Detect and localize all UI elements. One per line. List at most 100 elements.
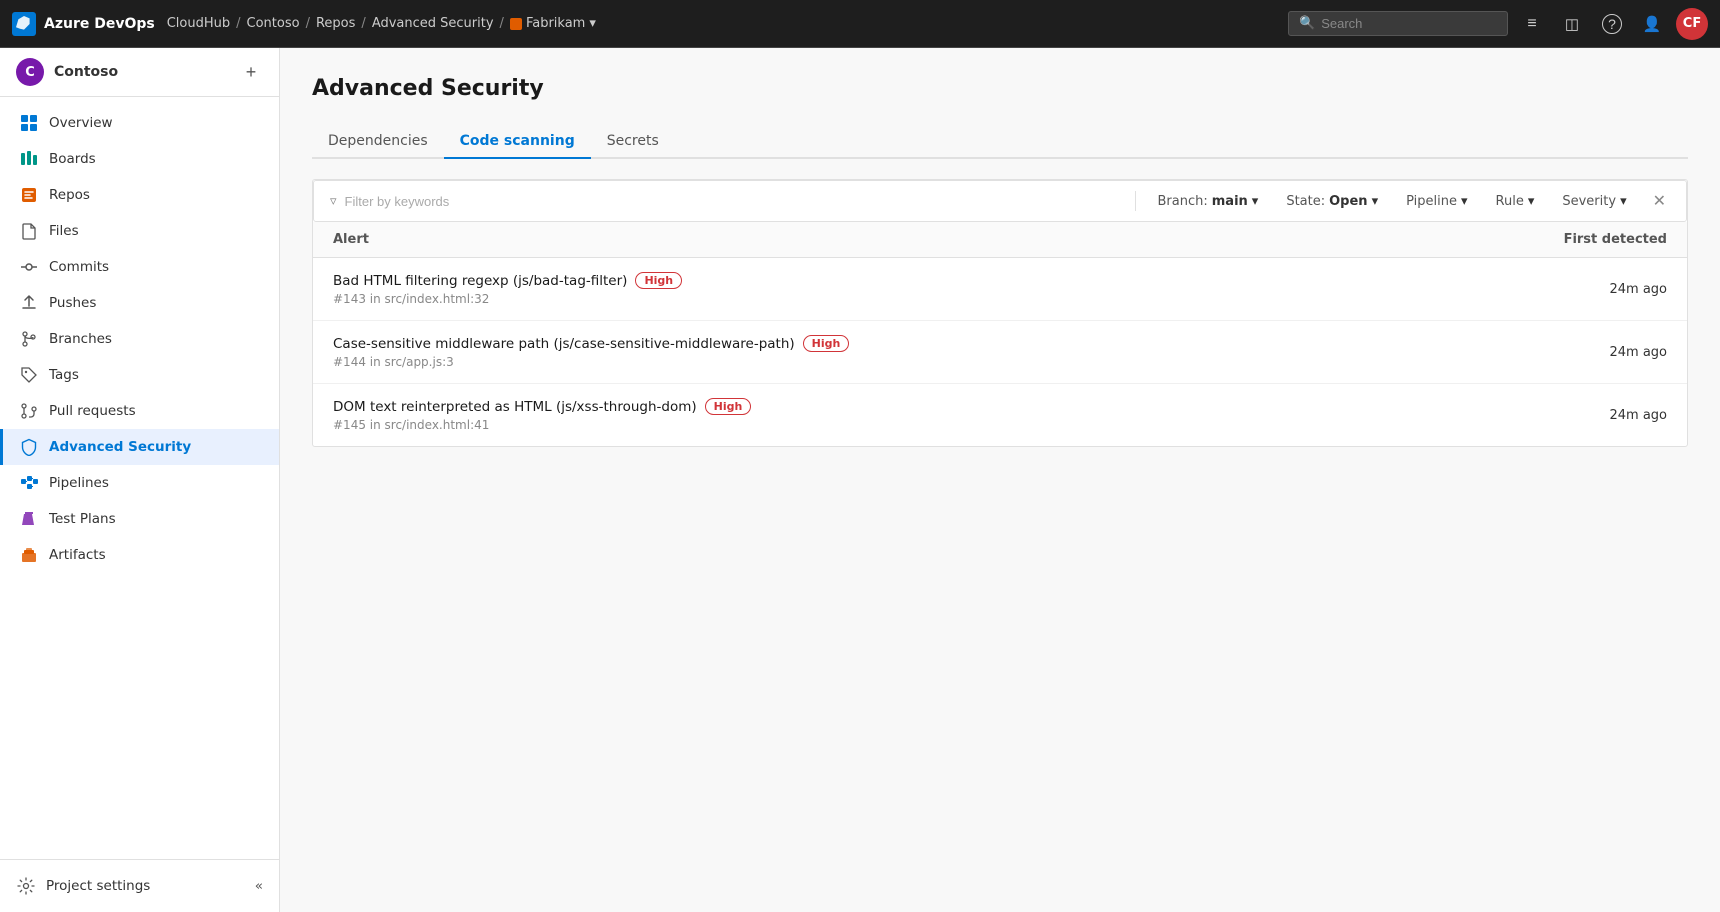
alerts-container: ▿ Branch: main ▾ State: Open ▾ Pipeline … — [312, 179, 1688, 447]
severity-chevron-icon: ▾ — [1620, 194, 1627, 209]
sidebar-item-commits[interactable]: Commits — [0, 249, 279, 285]
add-project-button[interactable]: + — [239, 60, 263, 84]
commits-icon — [19, 257, 39, 277]
sidebar-org[interactable]: C Contoso + — [0, 48, 279, 97]
alert-row[interactable]: Bad HTML filtering regexp (js/bad-tag-fi… — [313, 258, 1687, 321]
user-avatar[interactable]: CF — [1676, 8, 1708, 40]
branch-value: main — [1212, 194, 1248, 209]
tags-icon — [19, 365, 39, 385]
help-icon-button[interactable]: ? — [1596, 8, 1628, 40]
alert-row[interactable]: DOM text reinterpreted as HTML (js/xss-t… — [313, 384, 1687, 446]
shopping-icon-button[interactable]: ◫ — [1556, 8, 1588, 40]
filter-branch-dropdown[interactable]: Branch: main ▾ — [1152, 192, 1265, 211]
sidebar-item-tags-label: Tags — [49, 367, 79, 383]
alert-subtitle-1: #143 in src/index.html:32 — [333, 292, 682, 306]
tab-codescanning[interactable]: Code scanning — [444, 125, 591, 159]
breadcrumb-sep2: / — [306, 16, 310, 31]
sidebar-item-testplans-label: Test Plans — [49, 511, 116, 527]
sidebar-bottom: Project settings « — [0, 859, 279, 912]
sidebar-item-pipelines-label: Pipelines — [49, 475, 109, 491]
sidebar-item-artifacts[interactable]: Artifacts — [0, 537, 279, 573]
pullrequests-icon — [19, 401, 39, 421]
repos-icon — [19, 185, 39, 205]
state-value: Open — [1329, 194, 1367, 209]
breadcrumb: CloudHub / Contoso / Repos / Advanced Se… — [167, 16, 596, 31]
breadcrumb-section[interactable]: Repos — [316, 16, 355, 31]
alerts-table-header: Alert First detected — [313, 222, 1687, 258]
sidebar-item-pushes-label: Pushes — [49, 295, 96, 311]
alert-row[interactable]: Case-sensitive middleware path (js/case-… — [313, 321, 1687, 384]
sidebar-item-pullrequests[interactable]: Pull requests — [0, 393, 279, 429]
breadcrumb-sep1: / — [236, 16, 240, 31]
first-detected-2: 24m ago — [1609, 345, 1667, 360]
search-icon: 🔍 — [1299, 16, 1315, 31]
first-detected-1: 24m ago — [1609, 282, 1667, 297]
rule-label: Rule — [1496, 194, 1524, 209]
boards-icon — [19, 149, 39, 169]
sidebar-item-artifacts-label: Artifacts — [49, 547, 106, 563]
tab-dependencies[interactable]: Dependencies — [312, 125, 444, 159]
sidebar-item-testplans[interactable]: Test Plans — [0, 501, 279, 537]
sidebar-item-repos-label: Repos — [49, 187, 90, 203]
branches-icon — [19, 329, 39, 349]
severity-badge-2: High — [803, 335, 850, 352]
sidebar-nav: Overview Boards Repos File — [0, 97, 279, 859]
tab-secrets[interactable]: Secrets — [591, 125, 675, 159]
filter-rule-dropdown[interactable]: Rule ▾ — [1490, 192, 1541, 211]
sidebar-item-files[interactable]: Files — [0, 213, 279, 249]
state-label: State: — [1286, 194, 1325, 209]
artifacts-icon — [19, 545, 39, 565]
pushes-icon — [19, 293, 39, 313]
sidebar-item-branches[interactable]: Branches — [0, 321, 279, 357]
branch-label: Branch: — [1158, 194, 1208, 209]
testplans-icon — [19, 509, 39, 529]
overview-icon — [19, 113, 39, 133]
list-icon-button[interactable]: ≡ — [1516, 8, 1548, 40]
filter-icon: ▿ — [330, 194, 337, 209]
alert-subtitle-2: #144 in src/app.js:3 — [333, 355, 849, 369]
sidebar-item-repos[interactable]: Repos — [0, 177, 279, 213]
breadcrumb-sep3: / — [361, 16, 365, 31]
account-icon-button[interactable]: 👤 — [1636, 8, 1668, 40]
breadcrumb-repo[interactable]: Fabrikam ▾ — [510, 16, 596, 31]
filter-state-dropdown[interactable]: State: Open ▾ — [1280, 192, 1384, 211]
severity-badge-1: High — [635, 272, 682, 289]
severity-label: Severity — [1562, 194, 1616, 209]
sidebar-item-boards[interactable]: Boards — [0, 141, 279, 177]
first-detected-3: 24m ago — [1609, 408, 1667, 423]
sidebar-item-pushes[interactable]: Pushes — [0, 285, 279, 321]
topbar-right: 🔍 ≡ ◫ ? 👤 CF — [1288, 8, 1708, 40]
sidebar-item-tags[interactable]: Tags — [0, 357, 279, 393]
page-title: Advanced Security — [312, 76, 1688, 101]
filter-severity-dropdown[interactable]: Severity ▾ — [1556, 192, 1632, 211]
sidebar-item-pullrequests-label: Pull requests — [49, 403, 136, 419]
state-chevron-icon: ▾ — [1372, 194, 1379, 209]
security-icon — [19, 437, 39, 457]
search-input[interactable] — [1321, 16, 1497, 31]
breadcrumb-org[interactable]: CloudHub — [167, 16, 230, 31]
breadcrumb-repo-name[interactable]: Fabrikam — [526, 16, 585, 31]
severity-badge-3: High — [705, 398, 752, 415]
filter-close-button[interactable]: ✕ — [1649, 189, 1670, 213]
settings-icon — [16, 876, 36, 896]
sidebar-item-pipelines[interactable]: Pipelines — [0, 465, 279, 501]
project-settings-label: Project settings — [46, 878, 150, 894]
main-content: Advanced Security Dependencies Code scan… — [280, 48, 1720, 912]
filter-pipeline-dropdown[interactable]: Pipeline ▾ — [1400, 192, 1473, 211]
breadcrumb-page[interactable]: Advanced Security — [372, 16, 494, 31]
list-icon: ≡ — [1527, 15, 1536, 33]
topbar: Azure DevOps CloudHub / Contoso / Repos … — [0, 0, 1720, 48]
col-alert-header: Alert — [333, 232, 369, 247]
breadcrumb-project[interactable]: Contoso — [247, 16, 300, 31]
sidebar-item-overview[interactable]: Overview — [0, 105, 279, 141]
search-box[interactable]: 🔍 — [1288, 11, 1508, 36]
alert-title-3: DOM text reinterpreted as HTML (js/xss-t… — [333, 398, 751, 415]
sidebar-item-advancedsecurity[interactable]: Advanced Security — [0, 429, 279, 465]
sidebar-item-projectsettings[interactable]: Project settings « — [0, 868, 279, 904]
collapse-button[interactable]: « — [255, 878, 263, 894]
filter-input-wrap[interactable]: ▿ — [330, 194, 1119, 209]
filter-keywords-input[interactable] — [345, 194, 1119, 209]
shop-icon: ◫ — [1565, 15, 1579, 33]
sidebar-item-branches-label: Branches — [49, 331, 112, 347]
help-icon: ? — [1602, 14, 1622, 34]
